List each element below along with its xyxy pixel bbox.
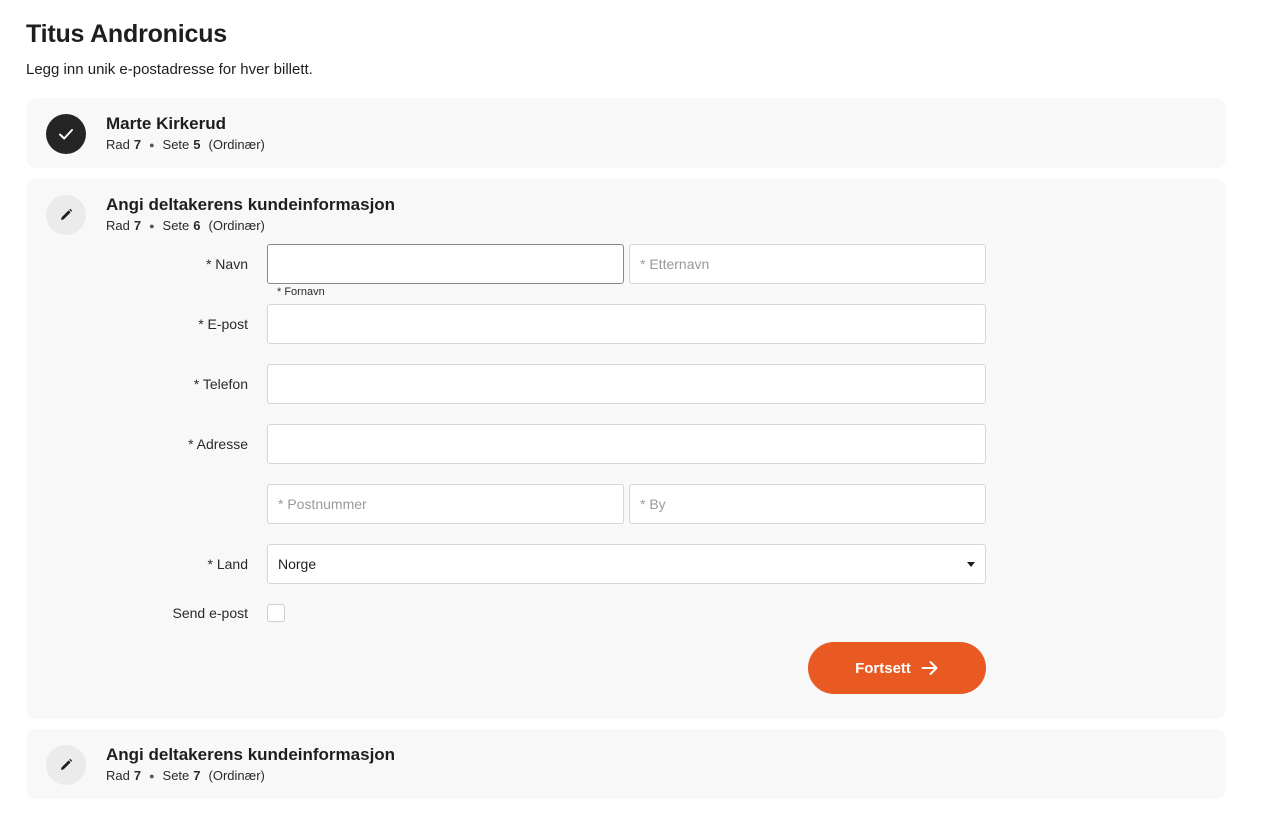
row-label: Rad xyxy=(106,137,130,152)
country-label: * Land xyxy=(207,556,248,572)
email-label: * E-post xyxy=(198,316,248,332)
separator-dot: ● xyxy=(149,220,155,231)
row-label: Rad xyxy=(106,218,130,233)
email-input[interactable] xyxy=(267,304,986,344)
first-name-input[interactable] xyxy=(267,244,624,284)
city-input[interactable] xyxy=(629,484,986,524)
seat-number: 5 xyxy=(193,137,201,152)
ticket-card-active: Angi deltakerens kundeinformasjon Rad 7 … xyxy=(26,179,1226,719)
seat-label: Sete xyxy=(162,137,190,152)
last-name-input[interactable] xyxy=(629,244,986,284)
address-label: * Adresse xyxy=(188,436,248,452)
seat-label: Sete xyxy=(162,218,190,233)
row-label: Rad xyxy=(106,768,130,783)
ticket-card-pending[interactable]: Angi deltakerens kundeinformasjon Rad 7 … xyxy=(26,729,1226,799)
completed-status-badge xyxy=(46,114,86,154)
row-number: 7 xyxy=(133,137,142,152)
separator-dot: ● xyxy=(149,770,155,781)
edit-status-badge xyxy=(46,195,86,235)
edit-status-badge xyxy=(46,745,86,785)
ticket-type: (Ordinær) xyxy=(208,218,265,233)
section-title: Angi deltakerens kundeinformasjon xyxy=(106,745,396,764)
address-input[interactable] xyxy=(267,424,986,464)
seat-info: Rad 7 ● Sete 5 (Ordinær) xyxy=(106,137,265,152)
continue-button-label: Fortsett xyxy=(855,659,911,677)
row-number: 7 xyxy=(133,768,142,783)
postal-code-input[interactable] xyxy=(267,484,624,524)
pencil-icon xyxy=(61,208,73,220)
row-number: 7 xyxy=(133,218,142,233)
pencil-icon xyxy=(61,758,73,770)
ticket-type: (Ordinær) xyxy=(208,137,265,152)
country-selected-value: Norge xyxy=(278,556,317,572)
ticket-type: (Ordinær) xyxy=(208,768,265,783)
seat-number: 6 xyxy=(193,218,201,233)
send-email-checkbox[interactable] xyxy=(267,604,285,622)
continue-button[interactable]: Fortsett xyxy=(808,642,986,694)
ticket-card-completed[interactable]: Marte Kirkerud Rad 7 ● Sete 5 (Ordinær) xyxy=(26,98,1226,168)
seat-number: 7 xyxy=(193,768,201,783)
page-title: Titus Andronicus xyxy=(26,20,227,48)
section-title: Angi deltakerens kundeinformasjon xyxy=(106,195,396,214)
phone-input[interactable] xyxy=(267,364,986,404)
name-label: * Navn xyxy=(205,256,248,272)
arrow-right-icon xyxy=(921,661,938,675)
first-name-hint: * Fornavn xyxy=(277,286,325,298)
separator-dot: ● xyxy=(149,139,155,150)
send-email-label: Send e-post xyxy=(172,605,249,621)
caret-down-icon xyxy=(967,561,975,567)
ticket-holder-name: Marte Kirkerud xyxy=(106,114,226,133)
check-icon xyxy=(59,129,73,140)
country-select[interactable]: Norge xyxy=(267,544,986,584)
seat-label: Sete xyxy=(162,768,190,783)
phone-label: * Telefon xyxy=(193,376,248,392)
seat-info: Rad 7 ● Sete 7 (Ordinær) xyxy=(106,768,265,783)
page-subtitle: Legg inn unik e-postadresse for hver bil… xyxy=(26,61,313,78)
seat-info: Rad 7 ● Sete 6 (Ordinær) xyxy=(106,218,265,233)
